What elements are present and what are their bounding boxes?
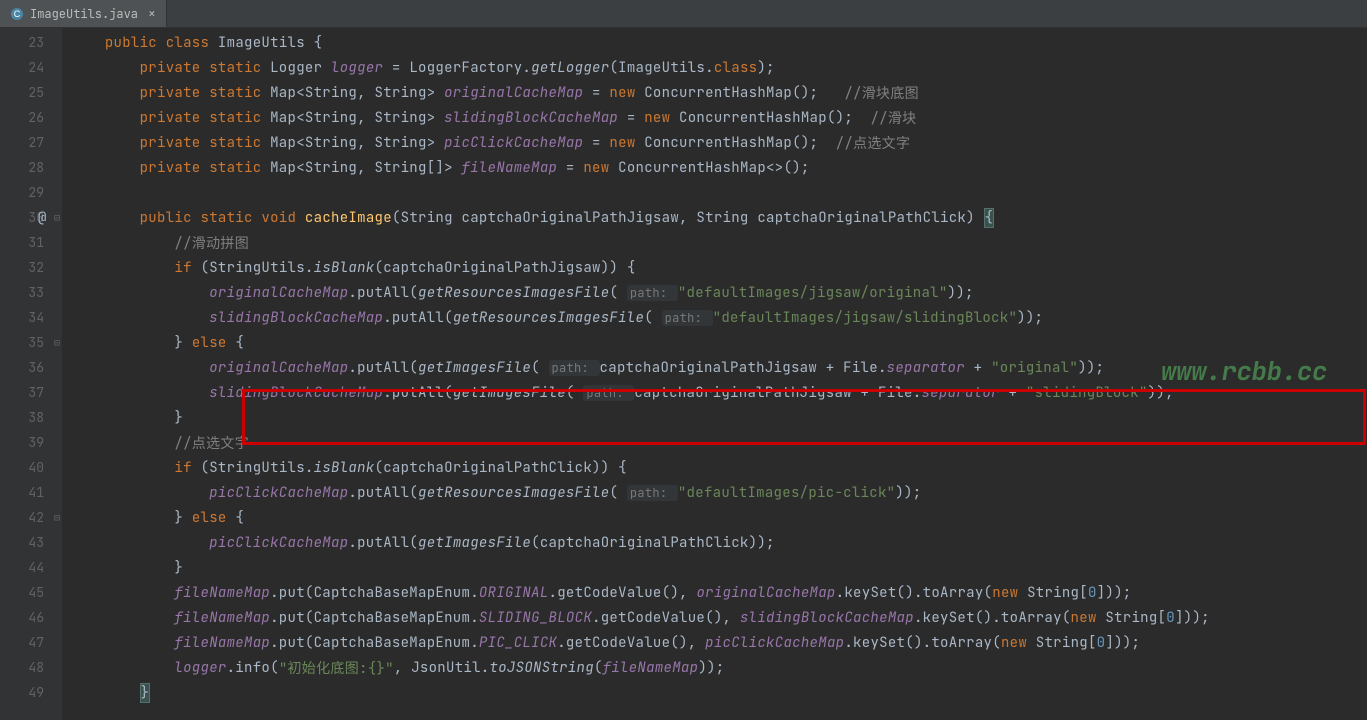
- line-number: 33: [0, 280, 62, 305]
- code-line[interactable]: private static Map<String, String[]> fil…: [62, 155, 1367, 180]
- code-line[interactable]: logger.info("初始化底图:{}", JsonUtil.toJSONS…: [62, 655, 1367, 680]
- code-line[interactable]: public static void cacheImage(String cap…: [62, 205, 1367, 230]
- line-number: 40: [0, 455, 62, 480]
- line-number: 34: [0, 305, 62, 330]
- code-line[interactable]: fileNameMap.put(CaptchaBaseMapEnum.SLIDI…: [62, 605, 1367, 630]
- line-number: 43: [0, 530, 62, 555]
- code-line[interactable]: }: [62, 555, 1367, 580]
- code-line[interactable]: private static Map<String, String> picCl…: [62, 130, 1367, 155]
- code-line[interactable]: picClickCacheMap.putAll(getImagesFile(ca…: [62, 530, 1367, 555]
- tab-bar: C ImageUtils.java ×: [0, 0, 1367, 28]
- line-number: 41: [0, 480, 62, 505]
- line-number: 37: [0, 380, 62, 405]
- line-number: 48: [0, 655, 62, 680]
- line-number: 36: [0, 355, 62, 380]
- line-number: 44: [0, 555, 62, 580]
- code-line[interactable]: slidingBlockCacheMap.putAll(getResources…: [62, 305, 1367, 330]
- line-number: 42⊟: [0, 505, 62, 530]
- code-area[interactable]: public class ImageUtils { private static…: [62, 28, 1367, 720]
- code-line[interactable]: //点选文字: [62, 430, 1367, 455]
- fold-icon[interactable]: ⊟: [54, 336, 60, 349]
- code-line[interactable]: originalCacheMap.putAll(getImagesFile( p…: [62, 355, 1367, 380]
- code-line[interactable]: } else {: [62, 505, 1367, 530]
- line-number: 38: [0, 405, 62, 430]
- line-number: 23: [0, 30, 62, 55]
- code-line[interactable]: if (StringUtils.isBlank(captchaOriginalP…: [62, 255, 1367, 280]
- code-line[interactable]: fileNameMap.put(CaptchaBaseMapEnum.ORIGI…: [62, 580, 1367, 605]
- svg-text:C: C: [14, 9, 21, 19]
- line-number: 46: [0, 605, 62, 630]
- line-number: 29: [0, 180, 62, 205]
- line-number: 49: [0, 680, 62, 705]
- line-number: 47: [0, 630, 62, 655]
- close-icon[interactable]: ×: [148, 5, 156, 22]
- line-number: 32: [0, 255, 62, 280]
- line-number: 39: [0, 430, 62, 455]
- tab-filename: ImageUtils.java: [30, 6, 138, 22]
- file-tab[interactable]: C ImageUtils.java ×: [0, 0, 167, 27]
- code-line[interactable]: picClickCacheMap.putAll(getResourcesImag…: [62, 480, 1367, 505]
- gutter[interactable]: 23 24 25 26 27 28 29 30@⊟ 31 32 33 34 35…: [0, 28, 62, 720]
- code-line[interactable]: slidingBlockCacheMap.putAll(getImagesFil…: [62, 380, 1367, 405]
- line-number: 24: [0, 55, 62, 80]
- code-line[interactable]: originalCacheMap.putAll(getResourcesImag…: [62, 280, 1367, 305]
- code-line[interactable]: private static Map<String, String> origi…: [62, 80, 1367, 105]
- line-number: 27: [0, 130, 62, 155]
- line-number: 26: [0, 105, 62, 130]
- code-line[interactable]: }: [62, 405, 1367, 430]
- code-line[interactable]: private static Map<String, String> slidi…: [62, 105, 1367, 130]
- line-number: 31: [0, 230, 62, 255]
- editor: 23 24 25 26 27 28 29 30@⊟ 31 32 33 34 35…: [0, 28, 1367, 720]
- fold-icon[interactable]: ⊟: [54, 511, 60, 524]
- line-number: 28: [0, 155, 62, 180]
- code-line[interactable]: if (StringUtils.isBlank(captchaOriginalP…: [62, 455, 1367, 480]
- line-number: 25: [0, 80, 62, 105]
- code-line[interactable]: [62, 180, 1367, 205]
- code-line[interactable]: }: [62, 680, 1367, 705]
- java-class-icon: C: [10, 7, 24, 21]
- fold-icon[interactable]: ⊟: [54, 211, 60, 224]
- line-number: 45: [0, 580, 62, 605]
- line-number: 35⊟: [0, 330, 62, 355]
- line-number: 30@⊟: [0, 205, 62, 230]
- code-line[interactable]: //滑动拼图: [62, 230, 1367, 255]
- code-line[interactable]: fileNameMap.put(CaptchaBaseMapEnum.PIC_C…: [62, 630, 1367, 655]
- code-line[interactable]: } else {: [62, 330, 1367, 355]
- code-line[interactable]: private static Logger logger = LoggerFac…: [62, 55, 1367, 80]
- override-marker-icon[interactable]: @: [38, 209, 46, 227]
- code-line[interactable]: public class ImageUtils {: [62, 30, 1367, 55]
